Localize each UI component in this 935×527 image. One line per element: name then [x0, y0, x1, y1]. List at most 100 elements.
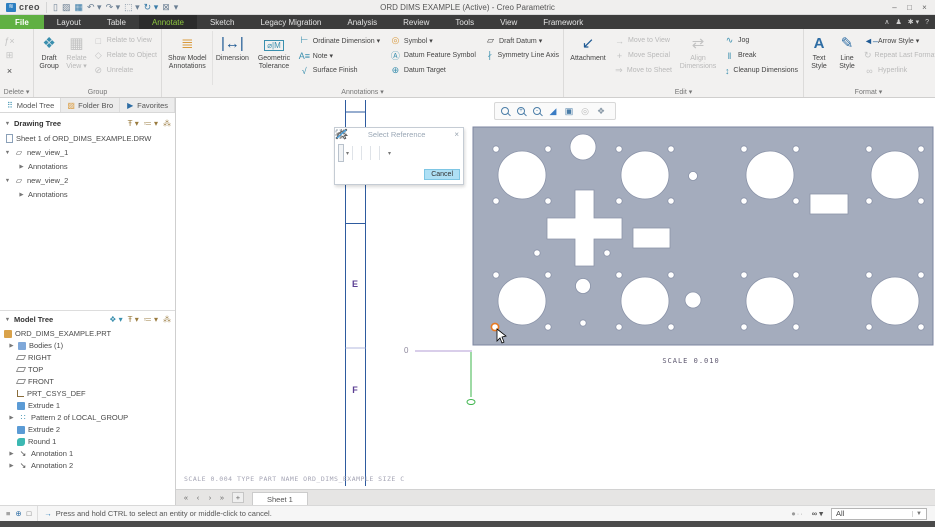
relate-to-view-button[interactable]: □Relate to View: [90, 33, 160, 48]
collapse-ribbon-icon[interactable]: ∧: [884, 18, 889, 26]
make-line-dropdown-icon[interactable]: ▾: [387, 150, 392, 157]
tree-item-annotations-2[interactable]: ▶ Annotations: [0, 188, 175, 201]
tab-folder-browser[interactable]: ▨Folder Bro: [61, 98, 120, 112]
group-label-annotations[interactable]: Annotations ▾: [162, 88, 563, 96]
dialog-close-icon[interactable]: ×: [454, 130, 459, 139]
first-sheet-icon[interactable]: «: [182, 493, 190, 502]
hyperlink-button[interactable]: ∞Hyperlink: [861, 63, 931, 78]
draft-datum-button[interactable]: ▱Draft Datum ▾: [482, 33, 562, 48]
move-to-sheet-button[interactable]: ⇒Move to Sheet: [611, 63, 675, 78]
sheet-tab-1[interactable]: Sheet 1: [252, 492, 308, 505]
expander-collapsed-icon[interactable]: ▶: [18, 164, 25, 170]
datum-display-filters-icon[interactable]: ❖: [594, 104, 608, 118]
tab-analysis[interactable]: Analysis: [334, 15, 390, 29]
tree-item-annotations-1[interactable]: ▶ Annotations: [0, 160, 175, 173]
previous-sheet-icon[interactable]: ‹: [194, 493, 202, 502]
symbol-button[interactable]: ◎Symbol ▾: [387, 33, 482, 48]
undo-icon[interactable]: ↶ ▾: [87, 2, 102, 13]
refit-icon[interactable]: ◢: [546, 104, 560, 118]
search-icon[interactable]: ∞ ▾: [812, 509, 823, 518]
select-reference-dropdown-icon[interactable]: ▾: [345, 150, 350, 157]
arrow-style-button[interactable]: ◄–Arrow Style ▾: [861, 33, 931, 48]
new-file-icon[interactable]: ▯: [53, 2, 58, 13]
surface-finish-button[interactable]: √Surface Finish: [296, 63, 387, 78]
select-reference-button[interactable]: [338, 144, 344, 162]
tree-item-new-view-1[interactable]: ▼ ▱ new_view_1: [0, 146, 175, 159]
ordinate-dimension-button[interactable]: ⊢Ordinate Dimension ▾: [296, 33, 387, 48]
delete-table-button[interactable]: ⊞: [1, 48, 32, 63]
line-style-button[interactable]: ✎ Line Style: [833, 31, 861, 85]
datum-feature-symbol-button[interactable]: ⒶDatum Feature Symbol: [387, 48, 482, 63]
note-button[interactable]: A≡Note ▾: [296, 48, 387, 63]
expander-expanded-icon[interactable]: ▼: [4, 178, 11, 184]
text-style-button[interactable]: A Text Style: [805, 31, 833, 85]
tab-legacy-migration[interactable]: Legacy Migration: [247, 15, 334, 29]
tab-review[interactable]: Review: [390, 15, 442, 29]
expander-collapsed-icon[interactable]: ▶: [8, 451, 15, 457]
dimension-button[interactable]: |↔| Dimension: [213, 31, 253, 85]
zoom-out-icon[interactable]: -: [530, 104, 544, 118]
restore-button[interactable]: □: [903, 3, 916, 12]
on-entity-reference-button[interactable]: [355, 144, 359, 162]
tree-columns-icon[interactable]: ≔ ▾: [144, 315, 158, 324]
navigator-toggle-icon[interactable]: ≡: [6, 509, 10, 518]
open-file-icon[interactable]: ▨: [62, 2, 71, 13]
cleanup-dimensions-button[interactable]: ↕Cleanup Dimensions: [721, 63, 801, 78]
tab-framework[interactable]: Framework: [530, 15, 596, 29]
expander-collapsed-icon[interactable]: ▶: [8, 463, 15, 469]
tab-table[interactable]: Table: [94, 15, 139, 29]
geometric-tolerance-button[interactable]: ⌀|M Geometric Tolerance: [252, 31, 296, 85]
break-button[interactable]: ‖Break: [721, 48, 801, 63]
center-reference-button[interactable]: [373, 144, 377, 162]
model-filter-icon[interactable]: ❖ ▾: [109, 315, 122, 324]
unrelate-button[interactable]: ⊘Unrelate: [90, 63, 160, 78]
group-label-group[interactable]: Group: [34, 89, 161, 96]
tab-sketch[interactable]: Sketch: [197, 15, 247, 29]
last-sheet-icon[interactable]: »: [218, 493, 226, 502]
tab-model-tree[interactable]: ⠿Model Tree: [0, 98, 61, 112]
model-regeneration-indicator[interactable]: ●··: [791, 509, 804, 518]
collapse-icon[interactable]: ▼: [4, 121, 11, 127]
next-sheet-icon[interactable]: ›: [206, 493, 214, 502]
display-style-icon[interactable]: ◎: [578, 104, 592, 118]
drawing-canvas[interactable]: E F 0 SCALE 0.010 SCALE 0.004 TYPE PART …: [176, 98, 935, 489]
close-button[interactable]: ×: [918, 3, 931, 12]
expander-collapsed-icon[interactable]: ▶: [8, 343, 15, 349]
web-browser-icon[interactable]: ⊕: [15, 509, 21, 518]
relate-view-button[interactable]: ▦ Relate View ▾: [63, 31, 90, 85]
dialog-titlebar[interactable]: Select Reference ×: [335, 128, 463, 141]
filter-icon[interactable]: Ŧ ▾: [128, 119, 139, 128]
drawing-sheet-graphics[interactable]: [176, 98, 935, 489]
collapse-icon[interactable]: ▼: [4, 317, 11, 323]
customize-qat-icon[interactable]: ▾: [174, 2, 179, 13]
expander-expanded-icon[interactable]: ▼: [4, 150, 11, 156]
tab-favorites[interactable]: ▶Favorites: [120, 98, 175, 112]
tab-file[interactable]: File: [0, 15, 44, 29]
zoom-region-icon[interactable]: [498, 104, 512, 118]
zoom-in-icon[interactable]: +: [514, 104, 528, 118]
show-model-annotations-button[interactable]: ≣ Show Model Annotations: [163, 31, 213, 85]
tree-item-new-view-2[interactable]: ▼ ▱ new_view_2: [0, 174, 175, 187]
minimize-button[interactable]: –: [888, 3, 901, 12]
panel-splitter[interactable]: [0, 310, 175, 311]
ordinate-baseline-label[interactable]: 0: [404, 346, 408, 355]
add-sheet-button[interactable]: +: [232, 492, 244, 503]
user-account-icon[interactable]: ♟: [895, 18, 901, 26]
delete-button[interactable]: ×: [1, 63, 32, 78]
align-dimensions-button[interactable]: ⇄ Align Dimensions: [675, 31, 721, 85]
expander-collapsed-icon[interactable]: ▶: [8, 415, 15, 421]
save-icon[interactable]: ▦: [74, 2, 83, 13]
symmetry-line-axis-button[interactable]: ∤Symmetry Line Axis: [482, 48, 562, 63]
repeat-last-format-button[interactable]: ↻Repeat Last Format: [861, 48, 931, 63]
group-label-format[interactable]: Format ▾: [804, 88, 933, 96]
tree-settings-icon[interactable]: ⁂: [163, 315, 171, 324]
selection-filter-combo[interactable]: All ▼: [831, 508, 927, 520]
redo-icon[interactable]: ↷ ▾: [106, 2, 121, 13]
full-screen-icon[interactable]: □: [27, 509, 32, 518]
group-label-delete[interactable]: Delete ▾: [0, 88, 33, 96]
tree-item-annotation-2[interactable]: ▶↘Annotation 2: [0, 459, 175, 472]
draft-group-button[interactable]: ❖ Draft Group: [35, 31, 63, 85]
tree-item-sheet1[interactable]: Sheet 1 of ORD_DIMS_EXAMPLE.DRW: [0, 132, 175, 145]
settings-icon[interactable]: ✱ ▾: [908, 18, 919, 26]
selection-filter-icon[interactable]: ⬚ ▾: [124, 2, 140, 13]
